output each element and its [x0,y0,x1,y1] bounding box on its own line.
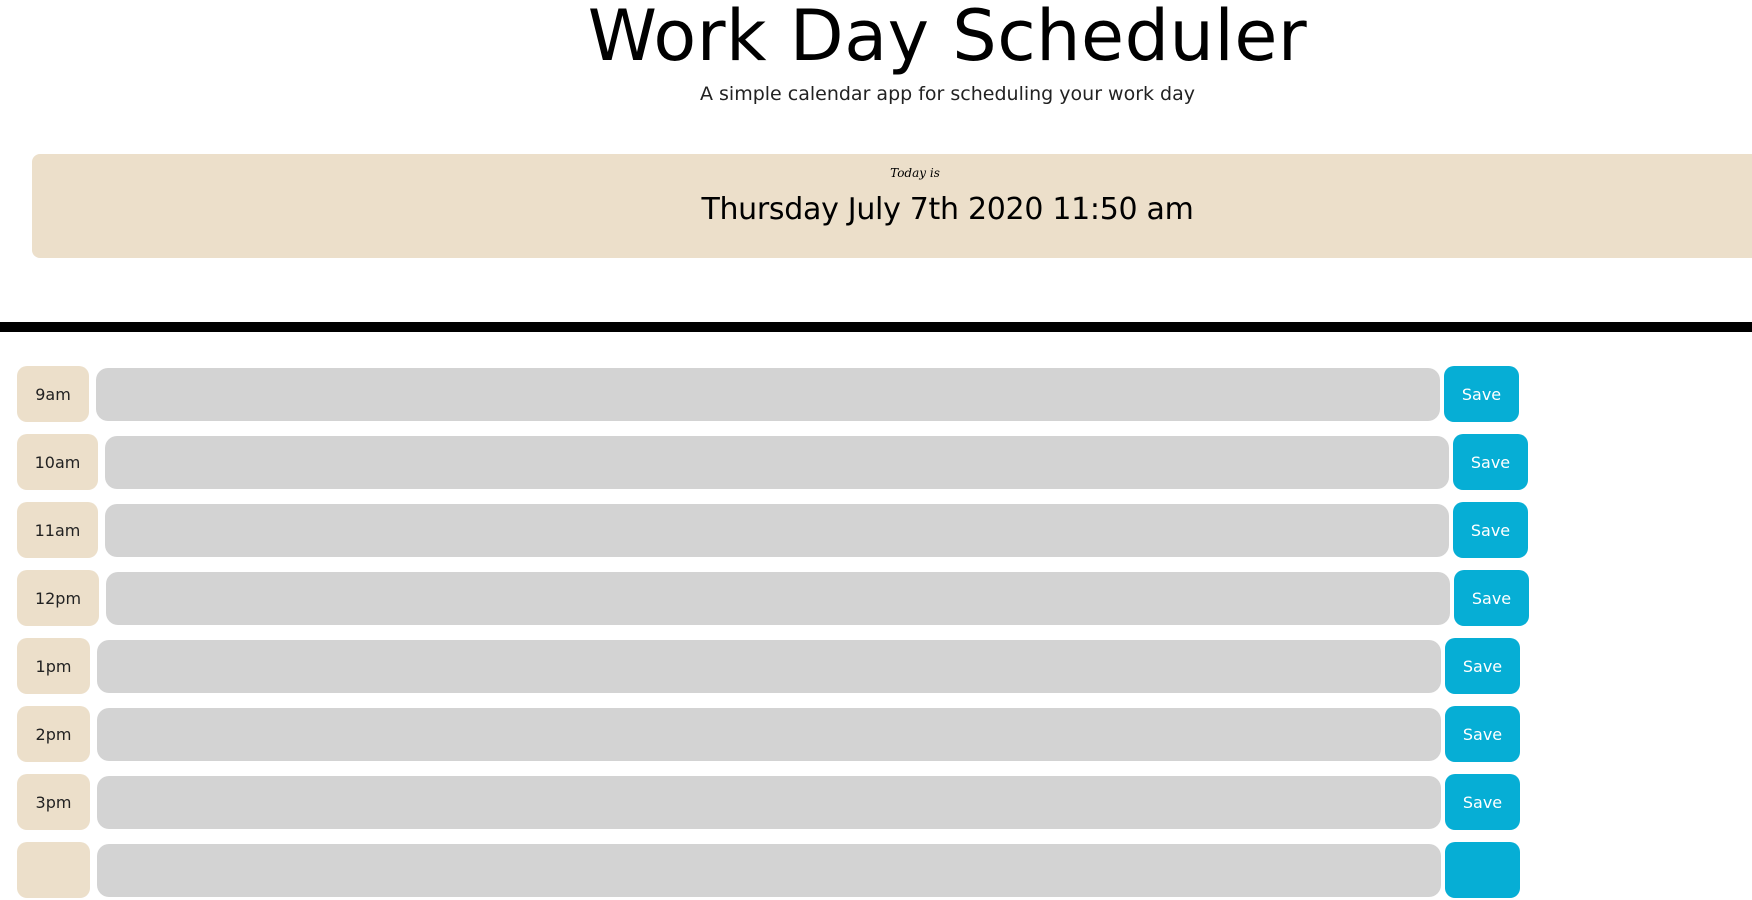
event-description-input[interactable] [96,368,1440,421]
save-button[interactable]: Save [1453,434,1528,490]
hour-label: 2pm [17,706,90,762]
event-description-input[interactable] [97,708,1441,761]
event-description-input[interactable] [97,776,1441,829]
event-description-input[interactable] [105,504,1449,557]
save-button[interactable]: Save [1454,570,1529,626]
page-title: Work Day Scheduler [587,0,1308,77]
event-description-input[interactable] [97,640,1441,693]
page-subtitle: A simple calendar app for scheduling you… [699,83,1196,105]
save-button[interactable] [1445,842,1520,898]
today-label: Today is [890,166,940,180]
hour-label: 10am [17,434,98,490]
current-date: Thursday July 7th 2020 11:50 am [701,192,1194,227]
hour-label: 3pm [17,774,90,830]
event-description-input[interactable] [106,572,1450,625]
hour-label: 11am [17,502,98,558]
hour-label [17,842,90,898]
save-button[interactable]: Save [1453,502,1528,558]
save-button[interactable]: Save [1444,366,1519,422]
event-description-input[interactable] [105,436,1449,489]
hour-label: 1pm [17,638,90,694]
hour-label: 9am [17,366,89,422]
save-button[interactable]: Save [1445,706,1520,762]
divider [0,322,1752,332]
save-button[interactable]: Save [1445,638,1520,694]
hour-label: 12pm [17,570,99,626]
save-button[interactable]: Save [1445,774,1520,830]
